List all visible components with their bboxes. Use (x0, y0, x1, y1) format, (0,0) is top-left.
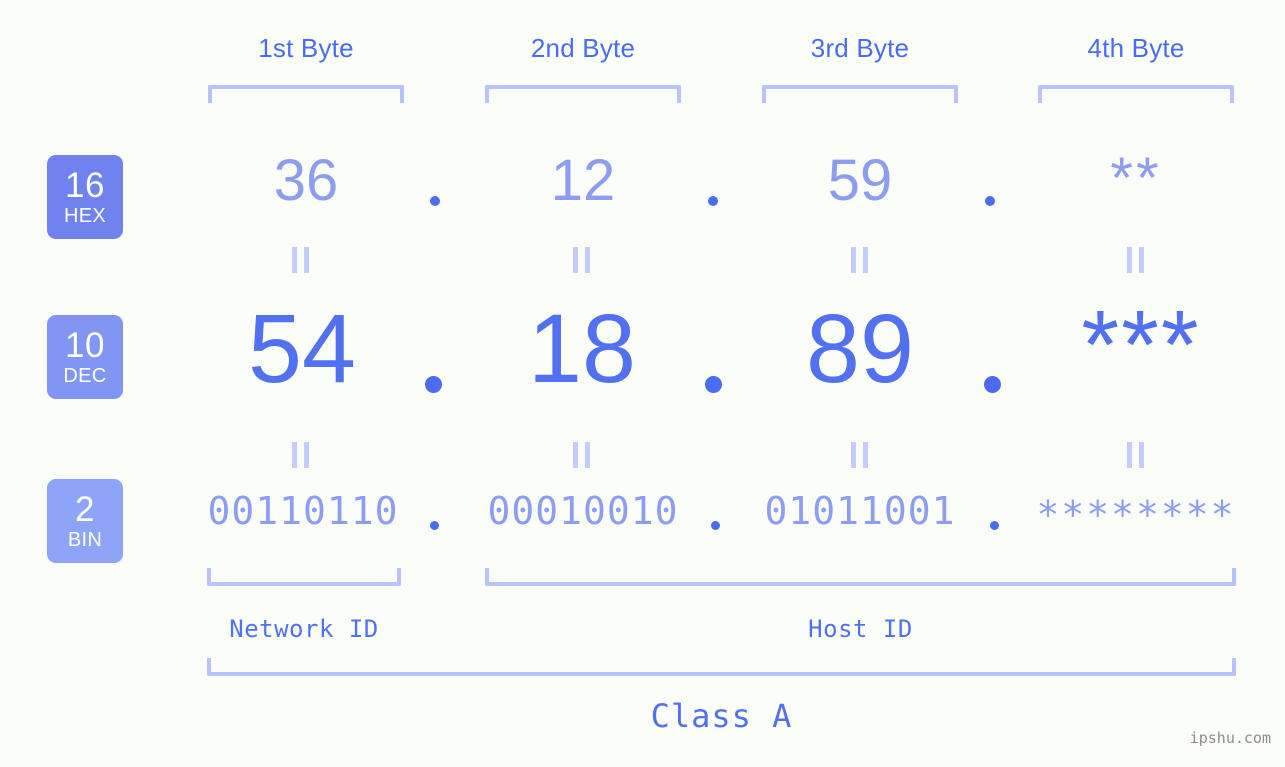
bin-byte-1: 00110110 (207, 489, 399, 533)
bin-dot-2 (711, 521, 720, 530)
site-watermark: ipshu.com (1189, 729, 1271, 747)
equals-marker-4-dec-bin (1125, 442, 1147, 468)
bin-byte-3: 01011001 (764, 489, 956, 533)
byte-header-2: 2nd Byte (530, 33, 636, 63)
base-badge-dec-label: DEC (63, 365, 107, 387)
bin-byte-2: 00010010 (487, 489, 679, 533)
hex-byte-3: 59 (827, 148, 893, 213)
equals-marker-2-dec-bin (571, 442, 593, 468)
network-id-label: Network ID (229, 615, 379, 643)
bin-dot-3 (990, 521, 999, 530)
base-badge-hex-label: HEX (63, 205, 107, 227)
hex-dot-1 (430, 196, 440, 206)
bin-byte-4: ******** (1036, 493, 1236, 537)
bin-dot-1 (430, 521, 439, 530)
byte-bracket-1 (208, 85, 404, 103)
equals-marker-1-dec-bin (290, 442, 312, 468)
host-id-label: Host ID (808, 615, 913, 643)
class-label: Class A (650, 697, 793, 735)
hex-byte-4: ** (1110, 146, 1162, 211)
byte-header-3: 3rd Byte (810, 33, 910, 63)
base-badge-hex-number: 16 (65, 166, 105, 205)
byte-header-1: 1st Byte (258, 33, 354, 63)
equals-marker-1-hex-dec (290, 247, 312, 273)
equals-marker-2-hex-dec (571, 247, 593, 273)
ip-address-breakdown-diagram: 1st Byte 2nd Byte 3rd Byte 4th Byte 16 H… (0, 0, 1285, 767)
hex-dot-3 (985, 196, 995, 206)
host-id-bracket (485, 568, 1236, 586)
byte-header-4: 4th Byte (1087, 33, 1185, 63)
base-badge-bin-label: BIN (67, 529, 103, 551)
hex-byte-1: 36 (273, 148, 339, 213)
class-bracket (207, 658, 1236, 676)
equals-marker-3-dec-bin (849, 442, 871, 468)
network-id-bracket (207, 568, 401, 586)
dec-byte-4: *** (1081, 290, 1201, 399)
dec-dot-2 (705, 376, 722, 393)
byte-bracket-2 (485, 85, 681, 103)
dec-byte-2: 18 (528, 294, 636, 403)
base-badge-bin: 2 BIN (47, 479, 123, 563)
base-badge-bin-number: 2 (75, 490, 95, 529)
hex-byte-2: 12 (550, 148, 616, 213)
equals-marker-4-hex-dec (1125, 247, 1147, 273)
base-badge-dec-number: 10 (65, 326, 105, 365)
dec-dot-3 (984, 376, 1001, 393)
dec-byte-3: 89 (806, 294, 914, 403)
base-badge-hex: 16 HEX (47, 155, 123, 239)
dec-byte-1: 54 (248, 294, 356, 403)
byte-bracket-4 (1038, 85, 1234, 103)
equals-marker-3-hex-dec (849, 247, 871, 273)
byte-bracket-3 (762, 85, 958, 103)
dec-dot-1 (425, 376, 442, 393)
base-badge-dec: 10 DEC (47, 315, 123, 399)
hex-dot-2 (708, 196, 718, 206)
